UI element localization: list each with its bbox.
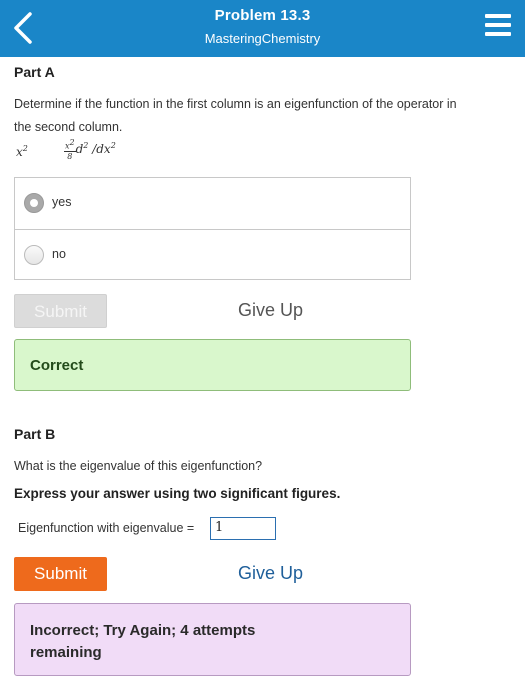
hamburger-menu-icon[interactable]	[485, 14, 511, 40]
choice-label: no	[52, 247, 66, 261]
part-a-give-up-link[interactable]: Give Up	[238, 300, 303, 321]
radio-button-selected[interactable]	[24, 193, 44, 213]
part-b-submit-button[interactable]: Submit	[14, 557, 107, 591]
choice-no[interactable]: no	[15, 229, 410, 280]
page-title: Problem 13.3	[214, 7, 311, 24]
incorrect-feedback-text: Incorrect; Try Again; 4 attempts remaini…	[30, 622, 256, 661]
top-bar: Problem 13.3 MasteringChemistry	[0, 0, 525, 57]
choice-yes[interactable]: yes	[15, 178, 410, 229]
choice-label: yes	[52, 195, 72, 209]
part-b-give-up-link[interactable]: Give Up	[238, 563, 303, 584]
correct-feedback-text: Correct	[30, 357, 84, 374]
answer-choices: yes no	[14, 177, 411, 280]
operator-expression: x2 8 d2 /dx2	[64, 138, 116, 161]
incorrect-feedback: Incorrect; Try Again; 4 attempts remaini…	[14, 603, 411, 676]
part-b-title: Part B	[14, 426, 56, 442]
part-a-submit-button[interactable]: Submit	[14, 294, 107, 328]
answer-label: Eigenfunction with eigenvalue =	[18, 521, 195, 535]
page-subtitle: MasteringChemistry	[204, 31, 321, 46]
header-titles: Problem 13.3 MasteringChemistry	[0, 7, 525, 46]
correct-feedback: Correct	[14, 339, 411, 391]
eigenvalue-input[interactable]: 1	[210, 517, 276, 540]
part-b-instruction: Express your answer using two significan…	[14, 486, 341, 501]
part-a-prompt-line1: Determine if the function in the first c…	[14, 97, 457, 111]
part-b-question: What is the eigenvalue of this eigenfunc…	[14, 459, 263, 473]
radio-button[interactable]	[24, 245, 44, 265]
part-a-title: Part A	[14, 64, 55, 80]
function-expression: x2	[16, 144, 28, 159]
part-a-prompt-line2: the second column.	[14, 120, 123, 134]
